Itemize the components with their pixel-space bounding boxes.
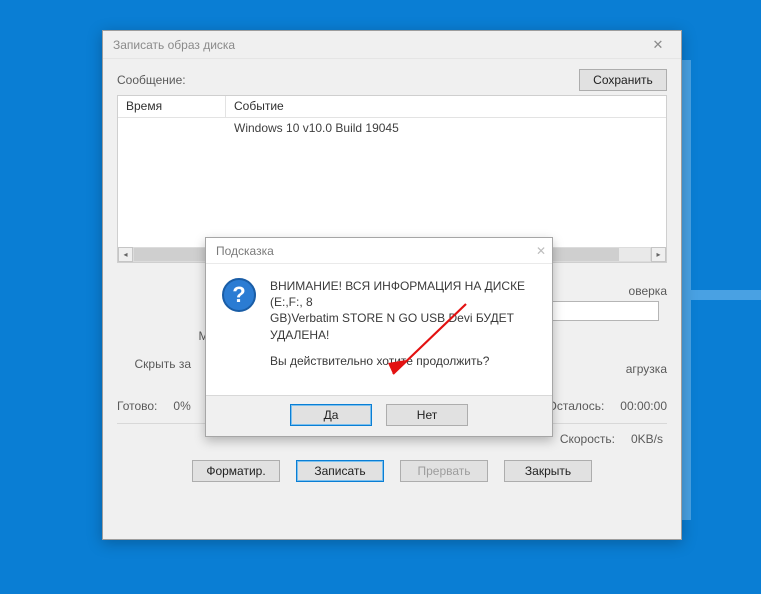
question-icon: ?: [222, 278, 256, 312]
dialog-close-icon[interactable]: ✕: [536, 244, 546, 258]
dialog-titlebar[interactable]: Подсказка ✕: [206, 238, 552, 264]
column-time[interactable]: Время: [118, 96, 226, 117]
ready-label: Готово:: [117, 399, 157, 413]
window-title: Записать образ диска: [113, 38, 235, 52]
hide-label: Скрыть за: [117, 357, 201, 371]
dialog-title: Подсказка: [216, 244, 274, 258]
dialog-warning-line1: ВНИМАНИЕ! ВСЯ ИНФОРМАЦИЯ НА ДИСКЕ (E:,F:…: [270, 279, 525, 309]
abort-button: Прервать: [400, 460, 488, 482]
remaining-value: 00:00:00: [620, 399, 667, 413]
speed-value: 0KB/s: [631, 432, 663, 446]
save-button[interactable]: Сохранить: [579, 69, 667, 91]
dialog-warning-line2: GB)Verbatim STORE N GO USB Devi БУДЕТ УД…: [270, 311, 514, 341]
log-row[interactable]: Windows 10 v10.0 Build 19045: [118, 118, 666, 138]
log-event: Windows 10 v10.0 Build 19045: [226, 118, 666, 138]
ready-value: 0%: [173, 399, 190, 413]
speed-label: Скорость:: [560, 432, 615, 446]
remaining-label: Осталось:: [548, 399, 605, 413]
download-label-fragment: агрузка: [571, 362, 667, 376]
confirm-dialog: Подсказка ✕ ? ВНИМАНИЕ! ВСЯ ИНФОРМАЦИЯ Н…: [205, 237, 553, 437]
dialog-question: Вы действительно хотите продолжить?: [270, 353, 536, 369]
no-button[interactable]: Нет: [386, 404, 468, 426]
check-label-fragment: оверка: [571, 284, 667, 298]
message-label: Сообщение:: [117, 73, 186, 87]
column-event[interactable]: Событие: [226, 96, 666, 117]
scroll-left-icon[interactable]: ◂: [118, 247, 133, 262]
close-button[interactable]: Закрыть: [504, 460, 592, 482]
close-icon[interactable]: ✕: [641, 34, 675, 56]
titlebar[interactable]: Записать образ диска ✕: [103, 31, 681, 59]
scroll-right-icon[interactable]: ▸: [651, 247, 666, 262]
format-button[interactable]: Форматир.: [192, 460, 280, 482]
log-time: [118, 118, 226, 138]
yes-button[interactable]: Да: [290, 404, 372, 426]
write-button[interactable]: Записать: [296, 460, 384, 482]
